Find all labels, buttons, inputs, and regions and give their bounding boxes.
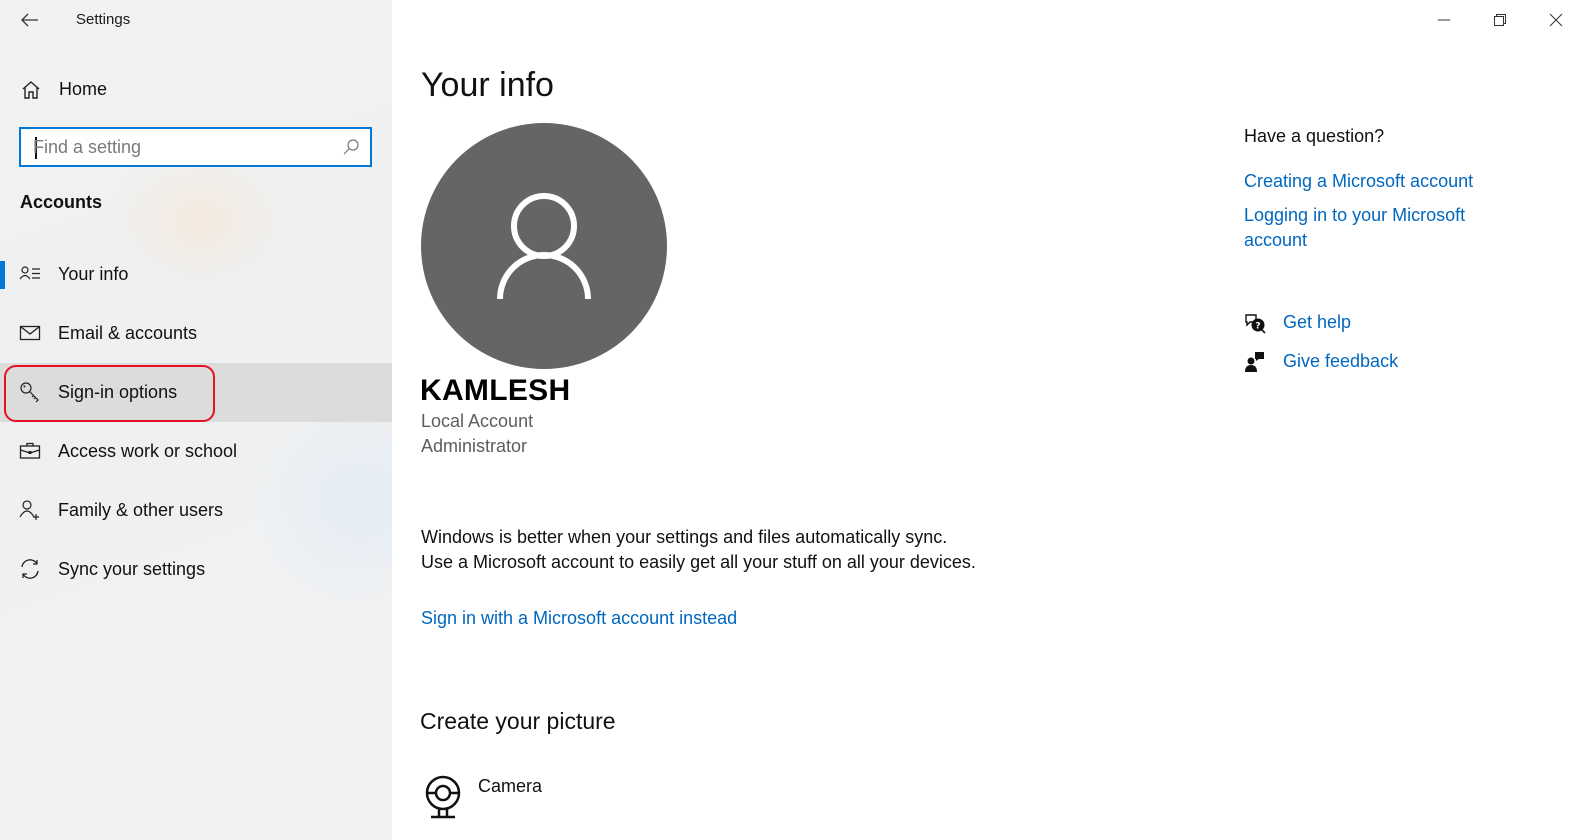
back-button[interactable] bbox=[14, 6, 46, 34]
avatar bbox=[421, 123, 667, 369]
sync-icon bbox=[21, 559, 39, 579]
person-list-icon bbox=[19, 266, 40, 280]
svg-text:?: ? bbox=[1255, 322, 1260, 332]
briefcase-icon bbox=[19, 442, 41, 459]
help-link-create-ms-account[interactable]: Creating a Microsoft account bbox=[1244, 169, 1504, 194]
sync-message: Windows is better when your settings and… bbox=[421, 527, 976, 572]
home-icon bbox=[22, 81, 40, 99]
get-help-label: Get help bbox=[1283, 312, 1352, 332]
sidebar-item-label: Email & accounts bbox=[58, 323, 198, 343]
selected-indicator bbox=[0, 261, 5, 289]
sidebar-item-family-other-users[interactable]: Family & other users bbox=[0, 481, 392, 540]
mail-icon bbox=[19, 325, 41, 341]
sidebar-item-sign-in-options[interactable]: Sign-in options bbox=[0, 363, 392, 422]
sidebar-item-label: Family & other users bbox=[58, 500, 224, 520]
sidebar-item-access-work-school[interactable]: Access work or school bbox=[0, 422, 392, 481]
restore-icon bbox=[1494, 14, 1506, 26]
sidebar-item-email-accounts[interactable]: Email & accounts bbox=[0, 304, 392, 363]
user-name: KAMLESH bbox=[420, 374, 571, 407]
window-controls bbox=[1416, 0, 1584, 40]
get-help-button[interactable]: ? Get help bbox=[1244, 310, 1504, 338]
camera-option[interactable]: Camera bbox=[478, 776, 542, 797]
help-chat-icon: ? bbox=[1245, 314, 1266, 334]
app-title: Settings bbox=[76, 11, 131, 28]
sidebar: Settings Home Accounts Your info Email &… bbox=[0, 0, 460, 840]
nav-list: Your info Email & accounts Sign-in optio… bbox=[0, 245, 392, 599]
account-type: Local Account bbox=[421, 411, 534, 431]
back-arrow-icon bbox=[21, 13, 38, 27]
feedback-icon bbox=[1245, 352, 1264, 372]
nav-home[interactable]: Home bbox=[0, 70, 392, 108]
create-picture-title: Create your picture bbox=[420, 708, 616, 734]
main-content: Your info KAMLESH Local Account Administ… bbox=[392, 0, 1584, 840]
give-feedback-button[interactable]: Give feedback bbox=[1244, 349, 1504, 377]
close-icon bbox=[1549, 13, 1563, 27]
minimize-button[interactable] bbox=[1416, 0, 1472, 40]
sidebar-item-label: Sync your settings bbox=[58, 559, 206, 579]
search-input[interactable] bbox=[33, 135, 333, 159]
account-role: Administrator bbox=[421, 436, 528, 456]
help-link-logging-in[interactable]: Logging in to your Microsoft account bbox=[1244, 203, 1504, 252]
sidebar-item-label: Your info bbox=[58, 264, 129, 284]
sidebar-item-sync-settings[interactable]: Sync your settings bbox=[0, 540, 392, 599]
camera-icon[interactable] bbox=[423, 774, 463, 820]
give-feedback-label: Give feedback bbox=[1283, 351, 1399, 371]
section-title: Accounts bbox=[20, 192, 103, 212]
user-silhouette-icon bbox=[497, 193, 591, 300]
help-title: Have a question? bbox=[1244, 126, 1385, 146]
sidebar-item-label: Sign-in options bbox=[58, 382, 178, 402]
sidebar-item-your-info[interactable]: Your info bbox=[0, 245, 392, 304]
page-title: Your info bbox=[421, 66, 554, 104]
sidebar-item-label: Access work or school bbox=[58, 441, 238, 461]
nav-home-label: Home bbox=[59, 79, 108, 99]
ms-signin-link[interactable]: Sign in with a Microsoft account instead bbox=[421, 608, 737, 629]
person-add-icon bbox=[19, 500, 39, 520]
restore-button[interactable] bbox=[1472, 0, 1528, 40]
search-box[interactable] bbox=[19, 127, 372, 167]
minimize-icon bbox=[1438, 19, 1450, 21]
search-icon[interactable] bbox=[342, 138, 360, 156]
key-icon bbox=[20, 382, 39, 403]
close-button[interactable] bbox=[1528, 0, 1584, 40]
